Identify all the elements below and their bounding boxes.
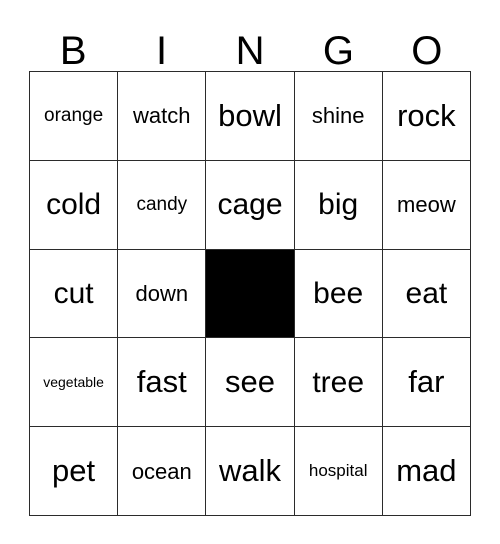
bingo-cell-word: mad — [396, 452, 457, 488]
bingo-cell-word: big — [318, 187, 359, 221]
bingo-cell-word: watch — [133, 103, 191, 129]
bingo-cell[interactable]: bowl — [206, 72, 295, 161]
bingo-header-letter-o: O — [411, 29, 443, 73]
bingo-cell[interactable]: see — [206, 338, 295, 428]
bingo-cell-word: down — [135, 280, 189, 306]
bingo-cell-word: hospital — [308, 461, 368, 481]
bingo-cell[interactable]: meow — [382, 160, 471, 250]
bingo-cell-word: cage — [217, 187, 283, 221]
bingo-cell-word: rock — [397, 97, 456, 133]
bingo-cell-word: bowl — [218, 97, 282, 133]
bingo-cell[interactable]: far — [382, 338, 471, 428]
bingo-cell[interactable]: orange — [30, 72, 119, 161]
bingo-cell[interactable]: bee — [294, 249, 383, 339]
bingo-cell[interactable]: walk — [206, 427, 295, 516]
bingo-cell[interactable]: hospital — [294, 427, 383, 516]
bingo-header-letter-n: N — [235, 29, 265, 73]
bingo-cell-word: cut — [53, 276, 94, 310]
bingo-card: B I N G O orange watch bowl shine rock cold ca… — [0, 0, 500, 544]
bingo-header-letter-g: G — [322, 29, 354, 73]
bingo-cell[interactable]: cold — [30, 160, 119, 250]
bingo-cell[interactable]: big — [294, 160, 383, 250]
bingo-cell-word: orange — [44, 104, 104, 126]
bingo-cell-word: bee — [313, 276, 364, 310]
bingo-cell[interactable]: ocean — [118, 427, 207, 516]
bingo-header-letter-i: I — [156, 29, 168, 73]
bingo-cell[interactable]: rock — [382, 72, 471, 161]
bingo-cell-word: tree — [312, 365, 365, 399]
bingo-cell[interactable]: down — [118, 249, 207, 339]
bingo-cell-word: pet — [52, 452, 96, 488]
bingo-cell-word: far — [408, 364, 445, 400]
bingo-cell[interactable]: fast — [118, 338, 207, 428]
bingo-cell-word: shine — [311, 103, 365, 129]
bingo-cell-word: vegetable — [43, 373, 104, 390]
bingo-cell[interactable]: cut — [30, 249, 119, 339]
bingo-cell-word: cold — [46, 187, 102, 221]
bingo-header-row: B I N G O — [29, 16, 471, 71]
bingo-cell[interactable]: vegetable — [30, 338, 119, 428]
bingo-cell-word: candy — [136, 193, 188, 215]
bingo-cell[interactable]: watch — [118, 72, 207, 161]
bingo-cell-word: ocean — [131, 458, 192, 484]
bingo-cell[interactable]: shine — [294, 72, 383, 161]
bingo-cell[interactable]: mad — [382, 427, 471, 516]
bingo-cell[interactable]: candy — [118, 160, 207, 250]
bingo-cell-word: fast — [136, 364, 187, 400]
bingo-cell-word: see — [225, 364, 275, 400]
bingo-cell-word: meow — [397, 192, 456, 218]
bingo-cell[interactable]: pet — [30, 427, 119, 516]
bingo-cell-word: walk — [218, 452, 281, 488]
bingo-cell[interactable]: cage — [206, 160, 295, 250]
bingo-header-letter-b: B — [59, 29, 87, 73]
bingo-cell[interactable]: eat — [382, 249, 471, 339]
bingo-cell-word: eat — [405, 276, 448, 310]
bingo-grid: orange watch bowl shine rock cold candy cage big… — [29, 71, 471, 516]
bingo-cell-free-space[interactable] — [206, 249, 295, 339]
bingo-cell[interactable]: tree — [294, 338, 383, 428]
